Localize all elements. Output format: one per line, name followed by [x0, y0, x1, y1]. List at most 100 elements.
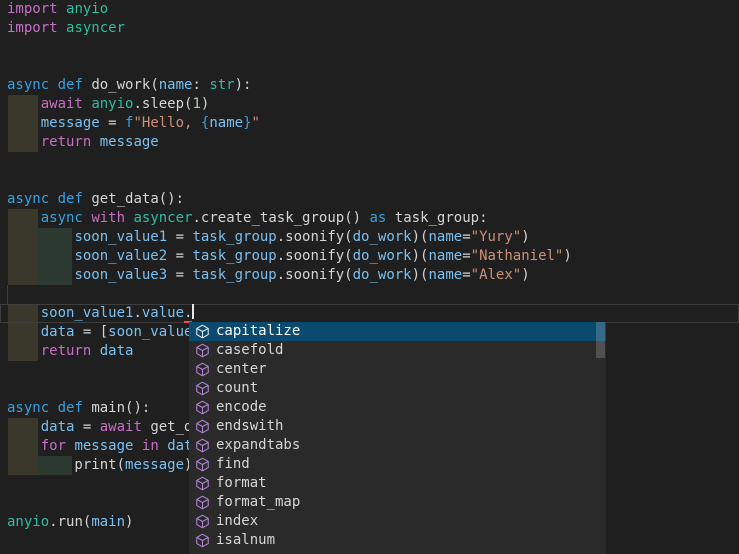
- suggest-item[interactable]: encode: [189, 398, 606, 417]
- code-token: ): [201, 96, 209, 112]
- code-line[interactable]: soon_value1.value.: [7, 304, 739, 323]
- code-token: [7, 115, 41, 131]
- code-token: as: [370, 210, 387, 226]
- code-token: =: [167, 248, 192, 264]
- code-token: =: [167, 267, 192, 283]
- code-line[interactable]: message = f"Hello, {name}": [7, 114, 739, 133]
- suggest-item-label: isalnum: [216, 531, 275, 550]
- code-token: = [: [74, 324, 108, 340]
- code-token: [49, 400, 57, 416]
- suggest-widget[interactable]: capitalizecasefoldcentercountencodeendsw…: [189, 322, 606, 554]
- code-line[interactable]: import asyncer: [7, 19, 739, 38]
- code-token: soon_value1: [74, 229, 167, 245]
- code-token: =: [462, 229, 470, 245]
- suggest-item[interactable]: format: [189, 474, 606, 493]
- suggest-scrollbar-thumb[interactable]: [596, 322, 605, 358]
- code-token: [7, 248, 74, 264]
- suggest-item[interactable]: center: [189, 360, 606, 379]
- code-line[interactable]: return message: [7, 133, 739, 152]
- text-cursor: [192, 304, 194, 319]
- indent-guide: [7, 285, 8, 304]
- code-token: [7, 343, 41, 359]
- code-token: task_group:: [386, 210, 487, 226]
- code-token: def: [58, 77, 83, 93]
- code-token: name: [209, 115, 243, 131]
- code-token: main: [91, 514, 125, 530]
- code-line[interactable]: soon_value3 = task_group.soonify(do_work…: [7, 266, 739, 285]
- method-cube-icon: [194, 438, 210, 454]
- code-token: name: [428, 248, 462, 264]
- suggest-item[interactable]: index: [189, 512, 606, 531]
- suggest-item-selected[interactable]: capitalize: [189, 322, 606, 341]
- code-token: )(: [412, 229, 429, 245]
- code-line[interactable]: async with asyncer.create_task_group() a…: [7, 209, 739, 228]
- code-token: get_d: [142, 419, 193, 435]
- code-token: import: [7, 1, 58, 17]
- code-token: =: [167, 229, 192, 245]
- suggest-item-label: count: [216, 379, 258, 398]
- method-cube-icon: [194, 495, 210, 511]
- code-token: =: [74, 419, 99, 435]
- code-line[interactable]: import anyio: [7, 0, 739, 19]
- code-token: data: [41, 324, 75, 340]
- code-token: ): [563, 248, 571, 264]
- code-token: .soonify(: [277, 248, 353, 264]
- code-token: ): [125, 514, 133, 530]
- code-token: soon_value1: [41, 305, 134, 321]
- code-line[interactable]: soon_value1 = task_group.soonify(do_work…: [7, 228, 739, 247]
- suggest-item[interactable]: expandtabs: [189, 436, 606, 455]
- code-token: do_work: [353, 229, 412, 245]
- code-token: .run(: [49, 514, 91, 530]
- code-token: data: [100, 343, 134, 359]
- code-token: async: [7, 191, 49, 207]
- code-token: import: [7, 20, 58, 36]
- code-line[interactable]: async def do_work(name: str):: [7, 76, 739, 95]
- code-token: anyio: [7, 514, 49, 530]
- code-token: =: [462, 267, 470, 283]
- code-token: 1: [192, 96, 200, 112]
- suggest-item-label: encode: [216, 398, 267, 417]
- code-editor[interactable]: import anyioimport asyncerasync def do_w…: [0, 0, 739, 554]
- code-token: async: [41, 210, 83, 226]
- code-token: [58, 1, 66, 17]
- code-token: ):: [235, 77, 252, 93]
- code-token: "Hello,: [133, 115, 200, 131]
- code-line[interactable]: async def get_data():: [7, 190, 739, 209]
- suggest-item[interactable]: isalnum: [189, 531, 606, 550]
- code-token: def: [58, 400, 83, 416]
- code-token: ): [521, 267, 529, 283]
- method-cube-icon: [194, 362, 210, 378]
- code-token: do_work(: [83, 77, 159, 93]
- code-token: ": [252, 115, 260, 131]
- code-token: anyio: [66, 1, 108, 17]
- suggest-item[interactable]: casefold: [189, 341, 606, 360]
- suggest-item[interactable]: endswith: [189, 417, 606, 436]
- code-token: [91, 343, 99, 359]
- method-cube-icon: [194, 419, 210, 435]
- code-token: asyncer: [133, 210, 192, 226]
- suggest-item-label: capitalize: [216, 322, 300, 341]
- code-token: soon_value: [108, 324, 192, 340]
- code-token: await: [100, 419, 142, 435]
- suggest-item-label: format_map: [216, 493, 300, 512]
- code-token: :: [192, 77, 209, 93]
- code-token: task_group: [192, 248, 276, 264]
- code-token: main():: [83, 400, 150, 416]
- code-token: name: [428, 229, 462, 245]
- suggest-item[interactable]: find: [189, 455, 606, 474]
- code-line[interactable]: await anyio.sleep(1): [7, 95, 739, 114]
- suggest-item-label: expandtabs: [216, 436, 300, 455]
- code-token: [7, 305, 41, 321]
- suggest-item[interactable]: format_map: [189, 493, 606, 512]
- code-token: return: [41, 343, 92, 359]
- code-token: "Alex": [471, 267, 522, 283]
- method-cube-icon: [194, 343, 210, 359]
- code-token: value: [142, 305, 184, 321]
- code-token: .create_task_group(): [192, 210, 369, 226]
- method-cube-icon: [194, 457, 210, 473]
- code-token: [58, 20, 66, 36]
- code-token: "Nathaniel": [471, 248, 564, 264]
- code-line[interactable]: soon_value2 = task_group.soonify(do_work…: [7, 247, 739, 266]
- code-token: =: [100, 115, 125, 131]
- suggest-item[interactable]: count: [189, 379, 606, 398]
